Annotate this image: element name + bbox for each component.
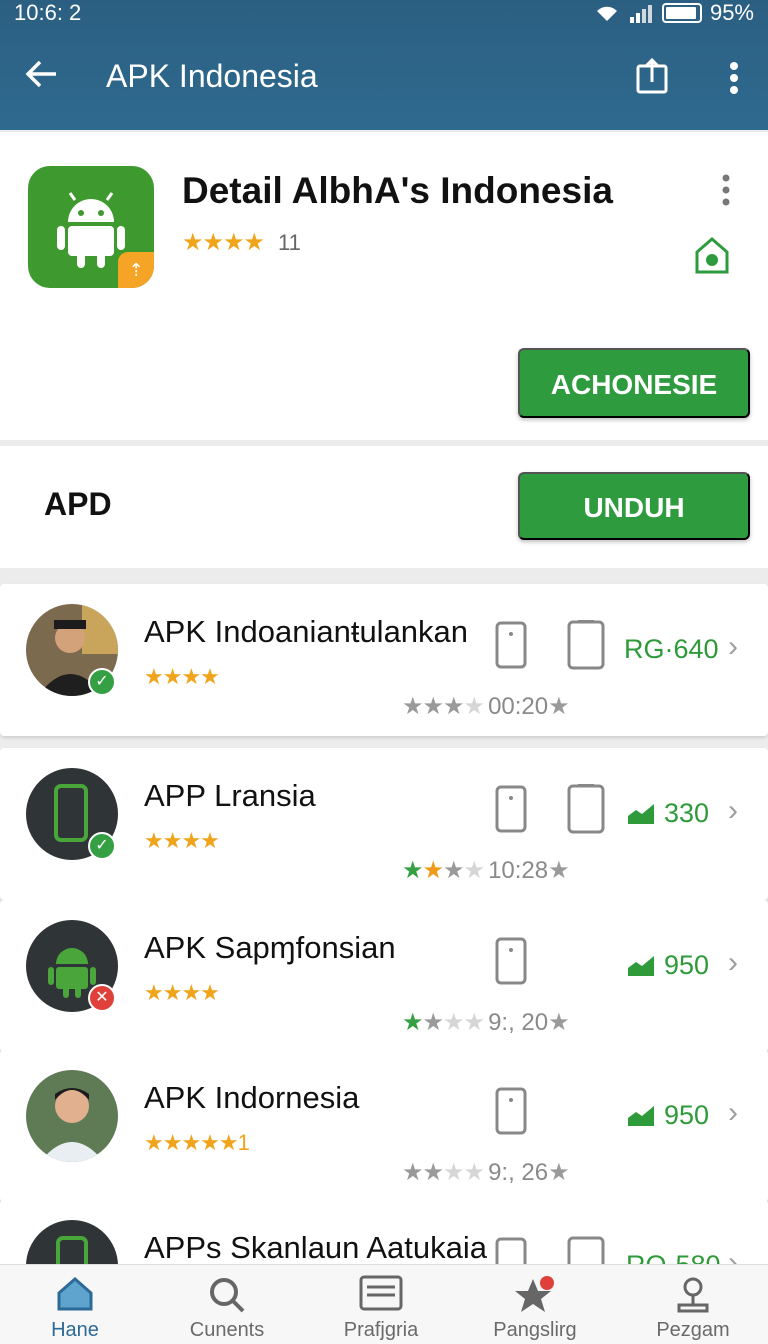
phone-icon — [495, 937, 527, 985]
app-rating-count: 11 — [278, 230, 301, 255]
nav-item-profile[interactable]: Pezgam — [618, 1265, 768, 1344]
status-time: 10:6: 2 — [14, 0, 82, 25]
phone-icon — [495, 1087, 527, 1135]
list-item[interactable]: ✕ APK Sapɱfonsian ★★★★ 950 › ★ ★ ★★ 9:, 20 ★ — [0, 900, 768, 1052]
list-item-price: 330 — [664, 798, 710, 828]
list-item-title: APPs Skanlaun Aatukaia — [144, 1230, 487, 1265]
tablet-icon — [567, 620, 605, 670]
app-rating-stars: ★★★★ — [182, 229, 265, 256]
trend-up-icon — [628, 803, 654, 824]
phone-icon — [495, 785, 527, 833]
list-item-meta: ★★★ ★ 00:20 ★ — [402, 692, 570, 721]
list-item-title: APK Sapɱfonsian — [144, 930, 396, 965]
avatar — [26, 1070, 118, 1162]
verified-badge: ✓ — [88, 668, 116, 696]
phone-icon — [495, 621, 527, 669]
nav-item-list[interactable]: Prafjgria — [306, 1265, 456, 1344]
list-item[interactable]: APK Indornesia ★★★★★1 950 › ★★ ★★ 9:, 26 ★ — [0, 1050, 768, 1202]
error-badge: ✕ — [88, 984, 116, 1012]
page-title: APK Indonesia — [106, 58, 318, 94]
chevron-right-icon[interactable]: › — [728, 794, 738, 828]
list-item-meta: ★ ★ ★ ★ 10:28 ★ — [402, 856, 570, 885]
android-app-icon: ⇡ — [28, 166, 154, 288]
apd-card: APD UNDUH — [0, 446, 768, 568]
search-icon — [210, 1278, 245, 1313]
chevron-right-icon[interactable]: › — [728, 946, 738, 980]
nav-item-star[interactable]: Pangslirg — [460, 1265, 610, 1344]
list-item-meta: ★★ ★★ 9:, 26 ★ — [402, 1158, 570, 1187]
chevron-right-icon[interactable]: › — [728, 1096, 738, 1130]
avatar: ✓ — [26, 604, 118, 696]
list-item[interactable]: ✓ APP Lransia ★★★★ 330 › ★ ★ ★ ★ 10:28 ★ — [0, 748, 768, 900]
list-item-stars: ★★★★ — [144, 664, 220, 689]
list-item-stars: ★★★★★1 — [144, 1130, 250, 1155]
list-item-title: APK Indornesia — [144, 1080, 360, 1115]
more-vert-icon[interactable] — [718, 172, 734, 208]
more-vert-icon[interactable] — [722, 60, 746, 96]
profile-icon — [677, 1277, 709, 1313]
install-button[interactable]: ACHONESIE — [518, 348, 750, 418]
app-header-card: ⇡ Detail AlbhA's Indonesia ★★★★ 11 ACHON… — [0, 132, 768, 440]
app-detail-title: Detail AlbhA's Indonesia — [182, 170, 613, 211]
trend-up-icon — [628, 955, 654, 976]
list-item-price: 950 — [664, 950, 710, 980]
arrow-left-icon[interactable] — [24, 56, 60, 92]
list-item-title: APP Lransia — [144, 778, 316, 813]
wifi-icon — [596, 6, 617, 22]
list-icon — [359, 1275, 403, 1311]
list-item-stars: ★★★★ — [144, 828, 220, 853]
list-item-stars: ★★★★ — [144, 980, 220, 1005]
verified-badge: ✓ — [88, 832, 116, 860]
avatar: ✓ — [26, 768, 118, 860]
list-item-price: RG·640 — [624, 634, 719, 664]
tag-icon[interactable] — [694, 236, 730, 276]
chevron-right-icon[interactable]: › — [728, 630, 738, 664]
status-bar: 10:6: 2 95% — [0, 0, 768, 28]
app-bar: 10:6: 2 95% APK Indonesia — [0, 0, 768, 130]
battery-icon — [661, 3, 702, 23]
apd-label: APD — [44, 486, 112, 522]
trend-up-icon — [628, 1105, 654, 1126]
list-item-title: APK Indoanianŧulankan — [144, 614, 469, 649]
home-icon — [57, 1277, 93, 1311]
list-item-meta: ★ ★ ★★ 9:, 20 ★ — [402, 1008, 570, 1037]
avatar: ✕ — [26, 920, 118, 1012]
battery-level: 95% — [709, 0, 754, 25]
nav-item-home[interactable]: Hane — [0, 1265, 150, 1344]
nav-item-search[interactable]: Cunents — [152, 1265, 302, 1344]
bottom-navigation: Hane Cunents Prafjgria Pangslirg Pezgam — [0, 1264, 768, 1344]
share-icon[interactable] — [634, 56, 670, 96]
signal-icon — [629, 5, 652, 23]
tablet-icon — [567, 784, 605, 834]
list-item[interactable]: ✓ APK Indoanianŧulankan ★★★★ RG·640 › ★★… — [0, 584, 768, 736]
list-item-price: 950 — [664, 1100, 710, 1130]
download-button[interactable]: UNDUH — [518, 472, 750, 540]
star-icon — [515, 1276, 554, 1312]
